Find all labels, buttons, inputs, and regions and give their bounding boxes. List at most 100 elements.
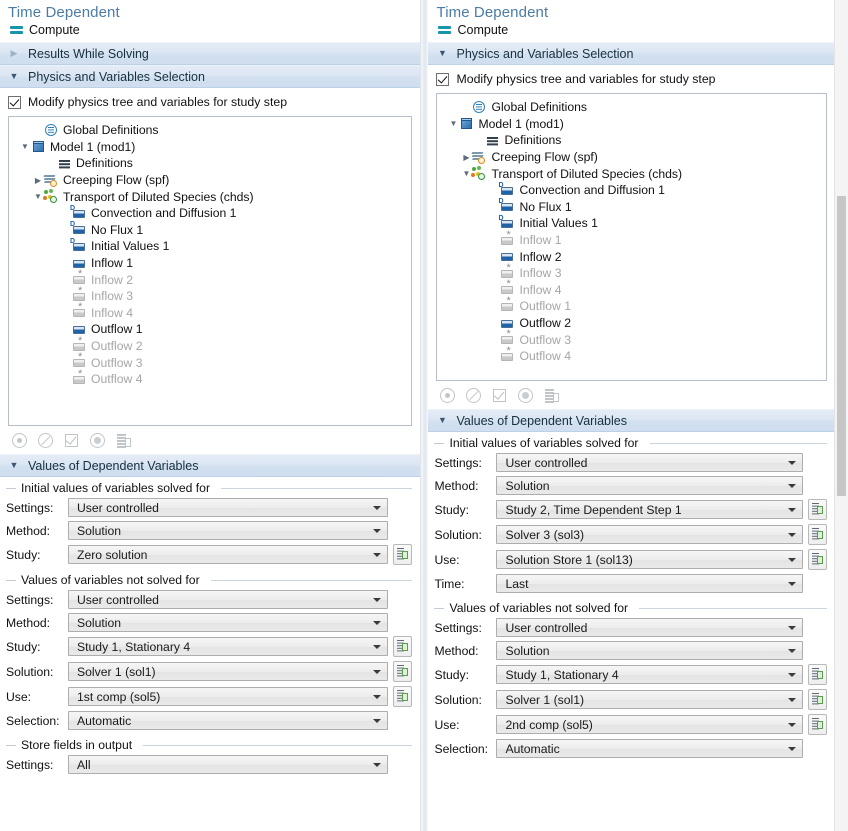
tree-node[interactable]: ▶ Creeping Flow (spf) <box>437 149 826 166</box>
chevron-down-icon[interactable] <box>788 697 797 702</box>
tree-node[interactable]: ▶ Convection and Diffusion 1 <box>9 205 411 222</box>
chevron-down-icon[interactable] <box>372 644 381 649</box>
section-results-while-solving[interactable]: ▶ Results While Solving <box>0 42 420 65</box>
tree-expand-down-icon[interactable]: ▼ <box>447 119 459 128</box>
tree-node[interactable]: ▶ Inflow 2 <box>9 269 411 288</box>
chevron-down-icon[interactable] <box>788 483 797 488</box>
tree-node[interactable]: ▶ Outflow 4 <box>437 346 826 365</box>
chevron-down-icon[interactable] <box>788 672 797 677</box>
tree-node[interactable]: ▶ Definitions <box>9 155 411 172</box>
solve-for-icon[interactable] <box>90 433 105 448</box>
dropdown-solution[interactable]: Solver 1 (sol1) <box>68 662 388 681</box>
go-to-source-button[interactable] <box>392 544 412 565</box>
tree-node[interactable]: ▶ Initial Values 1 <box>9 238 411 255</box>
go-to-source-button[interactable] <box>808 689 828 710</box>
chevron-down-icon[interactable] <box>372 505 381 510</box>
enable-icon[interactable] <box>440 388 456 403</box>
modify-physics-tree-checkbox[interactable]: Modify physics tree and variables for st… <box>0 88 420 116</box>
tree-expand-down-icon[interactable]: ▼ <box>460 169 472 178</box>
chevron-down-icon[interactable] <box>788 507 797 512</box>
dropdown-study[interactable]: Study 1, Stationary 4 <box>496 665 804 684</box>
chevron-down-icon[interactable] <box>372 620 381 625</box>
chevron-down-icon[interactable] <box>372 669 381 674</box>
chevron-down-icon[interactable] <box>372 552 381 557</box>
tree-node[interactable]: ▶ Inflow 4 <box>437 279 826 299</box>
chevron-down-icon[interactable] <box>788 557 797 562</box>
tree-node[interactable]: ▼ Model 1 (mod1) <box>9 139 411 156</box>
solve-for-icon[interactable] <box>518 388 534 403</box>
dropdown-settings[interactable]: User controlled <box>68 590 388 609</box>
tree-node[interactable]: ▶ Outflow 1 <box>437 296 826 315</box>
modify-physics-tree-checkbox[interactable]: Modify physics tree and variables for st… <box>428 65 835 93</box>
go-to-source-button[interactable] <box>808 549 828 570</box>
dropdown-use[interactable]: 2nd comp (sol5) <box>496 715 804 734</box>
tree-node[interactable]: ▶ Outflow 2 <box>9 336 411 355</box>
go-to-source-button[interactable] <box>808 714 828 735</box>
physics-tree-left[interactable]: ▶ Global Definitions ▼ Model 1 (mod1) ▶ Defin… <box>8 116 412 426</box>
tree-node[interactable]: ▶ Definitions <box>437 132 826 149</box>
dropdown-settings[interactable]: User controlled <box>68 498 388 517</box>
tree-node[interactable]: ▼ Transport of Diluted Species (chds) <box>9 188 411 205</box>
dropdown-use[interactable]: Solution Store 1 (sol13) <box>496 550 804 569</box>
dropdown-settings[interactable]: User controlled <box>496 618 804 637</box>
go-to-source-button[interactable] <box>808 499 828 520</box>
tree-node[interactable]: ▶ Outflow 4 <box>9 369 411 388</box>
chevron-down-icon[interactable] <box>788 625 797 630</box>
compute-button[interactable]: Compute <box>0 22 420 42</box>
report-icon[interactable] <box>544 388 560 403</box>
dropdown-solution[interactable]: Solver 1 (sol1) <box>496 690 804 709</box>
panel-divider[interactable] <box>419 0 429 831</box>
dropdown-selection[interactable]: Automatic <box>496 739 804 758</box>
section-values-of-dependent-variables[interactable]: ▼ Values of Dependent Variables <box>0 454 420 477</box>
tree-node[interactable]: ▶ Outflow 3 <box>437 329 826 348</box>
tree-node[interactable]: ▶ Outflow 3 <box>9 352 411 371</box>
tree-expand-down-icon[interactable]: ▼ <box>19 142 31 151</box>
dropdown-selection[interactable]: Automatic <box>68 711 388 730</box>
chevron-down-icon[interactable] <box>372 597 381 602</box>
tree-node[interactable]: ▶ Convection and Diffusion 1 <box>437 182 826 199</box>
compute-button[interactable]: Compute <box>428 22 835 42</box>
dropdown-settings[interactable]: User controlled <box>496 453 804 472</box>
chevron-down-icon[interactable] <box>788 581 797 586</box>
dropdown-method[interactable]: Solution <box>68 613 388 632</box>
report-icon[interactable] <box>116 433 131 448</box>
disable-icon[interactable] <box>466 388 482 403</box>
select-all-icon[interactable] <box>64 433 79 448</box>
tree-node[interactable]: ▶ Creeping Flow (spf) <box>9 172 411 189</box>
tree-node[interactable]: ▶ Inflow 3 <box>9 286 411 305</box>
tree-node[interactable]: ▶ Outflow 1 <box>9 321 411 338</box>
dropdown-time[interactable]: Last <box>496 574 804 593</box>
tree-node[interactable]: ▼ Transport of Diluted Species (chds) <box>437 165 826 182</box>
dropdown-use[interactable]: 1st comp (sol5) <box>68 687 388 706</box>
dropdown-settings[interactable]: All <box>68 755 388 774</box>
tree-node[interactable]: ▶ No Flux 1 <box>437 198 826 216</box>
section-physics-and-variables-selection[interactable]: ▼ Physics and Variables Selection <box>428 42 836 65</box>
go-to-source-button[interactable] <box>808 664 828 685</box>
tree-node[interactable]: ▶ Inflow 2 <box>437 248 826 265</box>
chevron-down-icon[interactable] <box>372 694 381 699</box>
chevron-down-icon[interactable] <box>788 746 797 751</box>
chevron-down-icon[interactable] <box>788 722 797 727</box>
chevron-down-icon[interactable] <box>372 718 381 723</box>
go-to-source-button[interactable] <box>392 686 412 707</box>
physics-tree-right[interactable]: ▶ Global Definitions ▼ Model 1 (mod1) ▶ Defin… <box>436 93 828 381</box>
tree-node[interactable]: ▶ Inflow 3 <box>437 263 826 282</box>
tree-expand-right-icon[interactable]: ▶ <box>460 153 472 162</box>
tree-node[interactable]: ▶ No Flux 1 <box>9 221 411 239</box>
tree-node[interactable]: ▶ Inflow 4 <box>9 302 411 322</box>
chevron-down-icon[interactable] <box>788 532 797 537</box>
dropdown-study[interactable]: Study 2, Time Dependent Step 1 <box>496 500 804 519</box>
dropdown-solution[interactable]: Solver 3 (sol3) <box>496 525 804 544</box>
dropdown-method[interactable]: Solution <box>68 521 388 540</box>
tree-node[interactable]: ▶ Outflow 2 <box>437 315 826 332</box>
tree-node[interactable]: ▶ Inflow 1 <box>437 230 826 249</box>
tree-expand-down-icon[interactable]: ▼ <box>32 192 44 201</box>
section-physics-and-variables-selection[interactable]: ▼ Physics and Variables Selection <box>0 65 420 88</box>
dropdown-method[interactable]: Solution <box>496 641 804 660</box>
section-values-of-dependent-variables[interactable]: ▼ Values of Dependent Variables <box>428 409 836 432</box>
tree-node[interactable]: ▶ Inflow 1 <box>9 255 411 272</box>
chevron-down-icon[interactable] <box>788 460 797 465</box>
tree-node[interactable]: ▶ Global Definitions <box>9 122 411 139</box>
tree-node[interactable]: ▶ Global Definitions <box>437 99 826 116</box>
scrollbar-thumb[interactable] <box>836 196 846 496</box>
